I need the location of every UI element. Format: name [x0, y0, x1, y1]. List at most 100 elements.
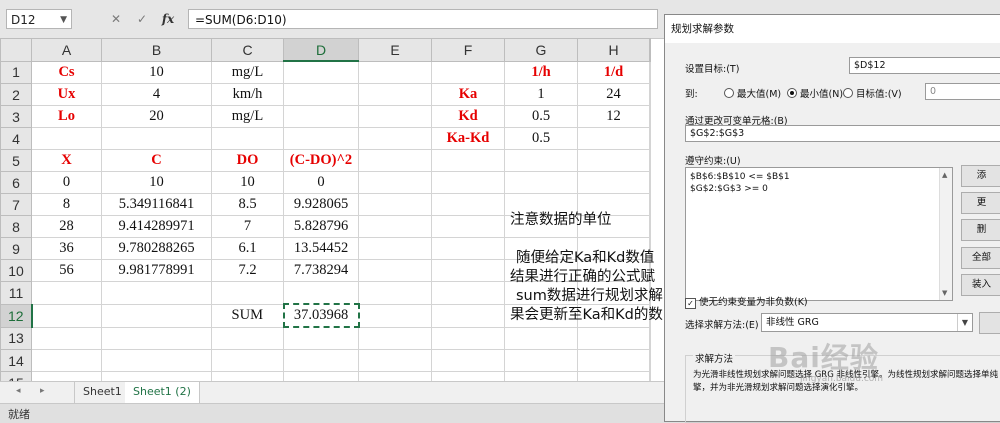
cell-c10[interactable]: 7.2: [211, 259, 284, 282]
cell-c8[interactable]: 7: [211, 215, 284, 238]
cell-f12[interactable]: [431, 303, 505, 328]
row-header[interactable]: 12: [0, 303, 33, 328]
cell-c2[interactable]: km/h: [211, 83, 284, 106]
column-header-i[interactable]: [649, 38, 651, 62]
option-value-of[interactable]: 目标值:(V): [843, 86, 902, 100]
cell-i7[interactable]: [649, 193, 651, 216]
cell-a13[interactable]: [31, 326, 102, 350]
tab-next-icon[interactable]: ▸: [40, 386, 45, 396]
cell-g6[interactable]: [504, 171, 578, 194]
cell-e11[interactable]: [358, 281, 432, 305]
cell-e9[interactable]: [358, 237, 432, 260]
cell-f1[interactable]: [431, 60, 505, 84]
row-header[interactable]: 4: [0, 127, 32, 150]
cell-e1[interactable]: [358, 60, 432, 84]
cell-e6[interactable]: [358, 171, 432, 194]
cell-e10[interactable]: [358, 259, 432, 282]
reset-all-button[interactable]: 全部: [961, 247, 1000, 269]
cell-i14[interactable]: [649, 349, 651, 372]
cell-e4[interactable]: [358, 127, 432, 150]
cell-a6[interactable]: 0: [31, 171, 102, 194]
cell-a7[interactable]: 8: [31, 193, 102, 216]
cell-a9[interactable]: 36: [31, 237, 102, 260]
cell-h14[interactable]: [577, 349, 650, 372]
cell-d1[interactable]: [283, 60, 359, 84]
cell-h3[interactable]: 12: [577, 105, 650, 128]
row-header[interactable]: 2: [0, 83, 32, 106]
constraint-item[interactable]: $G$2:$G$3 >= 0: [690, 183, 948, 195]
tab-sheet1-2[interactable]: Sheet1 (2): [125, 382, 200, 405]
chevron-down-icon[interactable]: ▼: [60, 10, 67, 30]
cell-a14[interactable]: [31, 349, 102, 372]
method-select[interactable]: 非线性 GRG ▼: [761, 313, 973, 332]
cell-d9[interactable]: 13.54452: [283, 237, 359, 260]
cell-d12[interactable]: 37.03968: [282, 303, 360, 328]
cell-g13[interactable]: [504, 326, 578, 350]
cell-b2[interactable]: 4: [101, 83, 212, 106]
row-header[interactable]: 11: [0, 281, 32, 305]
column-header-a[interactable]: A: [31, 38, 102, 62]
nonneg-checkbox[interactable]: ✓: [685, 298, 696, 309]
scroll-up-icon[interactable]: ▲: [942, 169, 947, 181]
cell-d14[interactable]: [283, 349, 359, 372]
cell-a1[interactable]: Cs: [31, 60, 102, 84]
cell-f3[interactable]: Kd: [431, 105, 505, 128]
column-header-c[interactable]: C: [211, 38, 284, 62]
cell-b10[interactable]: 9.981778991: [101, 259, 212, 282]
cell-b7[interactable]: 5.349116841: [101, 193, 212, 216]
column-header-f[interactable]: F: [431, 38, 505, 62]
cell-d2[interactable]: [283, 83, 359, 106]
cell-a4[interactable]: [31, 127, 102, 150]
cell-c14[interactable]: [211, 349, 284, 372]
cell-d11[interactable]: [283, 281, 359, 305]
cell-d5[interactable]: (C-DO)^2: [283, 149, 359, 172]
row-header[interactable]: 13: [0, 326, 32, 350]
cell-g1[interactable]: 1/h: [504, 60, 578, 84]
cell-d4[interactable]: [283, 127, 359, 150]
cell-c1[interactable]: mg/L: [211, 60, 284, 84]
cell-f5[interactable]: [431, 149, 505, 172]
column-header-d[interactable]: D: [283, 38, 359, 62]
cell-i2[interactable]: [649, 83, 651, 106]
options-button[interactable]: [979, 312, 1000, 334]
row-header[interactable]: 10: [0, 259, 32, 282]
cell-c3[interactable]: mg/L: [211, 105, 284, 128]
cell-f2[interactable]: Ka: [431, 83, 505, 106]
enter-icon[interactable]: ✓: [134, 12, 150, 26]
cell-f7[interactable]: [431, 193, 505, 216]
column-header-g[interactable]: G: [504, 38, 578, 62]
cell-c9[interactable]: 6.1: [211, 237, 284, 260]
cell-i4[interactable]: [649, 127, 651, 150]
cell-g4[interactable]: 0.5: [504, 127, 578, 150]
cell-a12[interactable]: [31, 303, 102, 328]
row-header[interactable]: 8: [0, 215, 32, 238]
cell-c12[interactable]: SUM: [211, 303, 284, 328]
cell-a10[interactable]: 56: [31, 259, 102, 282]
cell-b8[interactable]: 9.414289971: [101, 215, 212, 238]
cell-f4[interactable]: Ka-Kd: [431, 127, 505, 150]
cell-f6[interactable]: [431, 171, 505, 194]
cell-b1[interactable]: 10: [101, 60, 212, 84]
cell-b13[interactable]: [101, 326, 212, 350]
formula-input[interactable]: =SUM(D6:D10): [188, 9, 658, 29]
cell-e2[interactable]: [358, 83, 432, 106]
cell-i8[interactable]: [649, 215, 651, 238]
cell-f8[interactable]: [431, 215, 505, 238]
column-header-e[interactable]: E: [358, 38, 432, 62]
radio-value-of[interactable]: [843, 88, 853, 98]
cell-d10[interactable]: 7.738294: [283, 259, 359, 282]
cell-a5[interactable]: X: [31, 149, 102, 172]
name-box[interactable]: D12 ▼: [6, 9, 72, 29]
nonneg-option[interactable]: ✓ 使无约束变量为非负数(K): [685, 294, 808, 309]
row-header[interactable]: 5: [0, 149, 32, 172]
row-header[interactable]: 14: [0, 349, 32, 372]
cell-c7[interactable]: 8.5: [211, 193, 284, 216]
constraint-item[interactable]: $B$6:$B$10 <= $B$1: [690, 171, 948, 183]
row-header[interactable]: 6: [0, 171, 32, 194]
cell-a11[interactable]: [31, 281, 102, 305]
load-save-button[interactable]: 装入: [961, 274, 1000, 296]
cell-e5[interactable]: [358, 149, 432, 172]
insert-function-icon[interactable]: fx: [160, 12, 176, 26]
radio-max[interactable]: [724, 88, 734, 98]
cell-b3[interactable]: 20: [101, 105, 212, 128]
